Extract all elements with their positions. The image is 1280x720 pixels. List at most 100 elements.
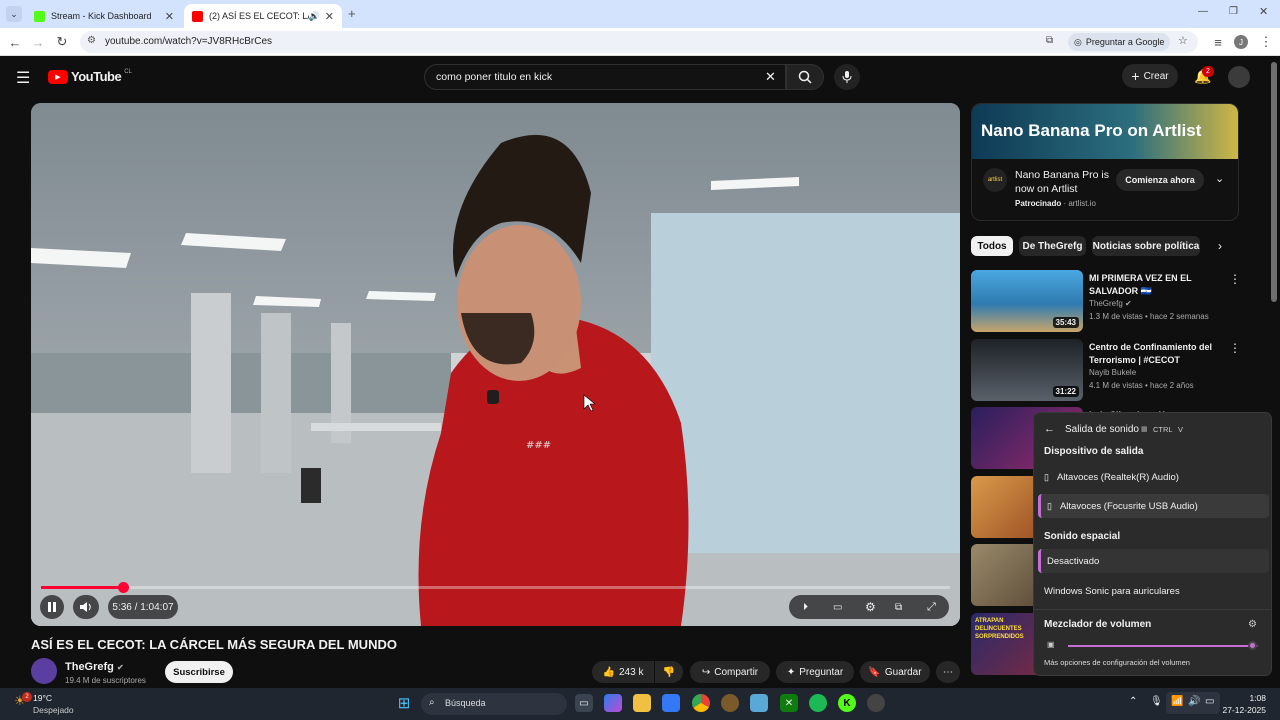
ad-sponsor-line: Patrocinado · artlist.io — [1015, 199, 1096, 208]
search-input[interactable]: como poner titulo en kick — [436, 71, 552, 83]
microsoft-store-icon[interactable] — [662, 694, 680, 712]
task-view-icon[interactable]: ▭ — [575, 694, 593, 712]
chevron-right-icon[interactable]: › — [1218, 239, 1222, 253]
device-option-focusrite[interactable]: ▯ Altavoces (Focusrite USB Audio) — [1038, 494, 1269, 518]
xbox-icon[interactable]: ✕ — [780, 694, 798, 712]
speaker-device-icon: ▯ — [1044, 471, 1049, 482]
app-volume-icon: ▣ — [1047, 640, 1055, 649]
create-button[interactable]: + Crear — [1122, 64, 1178, 88]
youtube-logo[interactable]: ▶ YouTube CL — [48, 69, 132, 84]
youtube-play-icon: ▶ — [48, 69, 68, 84]
menu-icon[interactable]: ☰ — [16, 68, 30, 88]
more-options-icon[interactable]: ⋮ — [1229, 272, 1241, 286]
list-item[interactable]: 35:43 MI PRIMERA VEZ EN EL SALVADOR 🇸🇻 T… — [971, 270, 1271, 334]
spatial-option-off[interactable]: Desactivado — [1038, 549, 1269, 573]
chevron-down-icon[interactable]: ⌄ — [1215, 172, 1224, 185]
media-control-icon[interactable]: ≡ — [1208, 32, 1228, 52]
filter-chip-thegrefg[interactable]: De TheGrefg — [1019, 236, 1086, 256]
windows-taskbar: ☀ 2 19°C Despejado ⊞ ⌕ Búsqueda ▭ ✕ K ⌃ … — [0, 688, 1280, 720]
video-title[interactable]: Centro de Confinamiento del Terrorismo |… — [1089, 341, 1219, 367]
ad-cta-button[interactable]: Comienza ahora — [1116, 169, 1204, 191]
profile-avatar[interactable]: J — [1234, 35, 1248, 49]
filter-chip-todos[interactable]: Todos — [971, 236, 1013, 256]
fullscreen-icon[interactable]: ⤢ — [927, 601, 936, 614]
share-button[interactable]: ↪ Compartir — [690, 661, 770, 683]
close-window-icon[interactable]: ✕ — [1259, 5, 1268, 18]
clock-time[interactable]: 1:08 — [1224, 693, 1266, 703]
page-scrollbar[interactable] — [1271, 62, 1277, 302]
spotify-icon[interactable] — [809, 694, 827, 712]
back-arrow-icon[interactable]: ← — [1044, 423, 1055, 435]
channel-name[interactable]: TheGrefg ✔ — [65, 661, 124, 673]
copilot-icon[interactable] — [604, 694, 622, 712]
taskbar-search[interactable]: ⌕ Búsqueda — [421, 693, 567, 715]
file-explorer-icon[interactable] — [633, 694, 651, 712]
tab-kick-dashboard[interactable]: Stream - Kick Dashboard ✕ — [26, 4, 182, 28]
pause-button[interactable] — [40, 595, 64, 619]
windows-start-icon[interactable]: ⊞ — [395, 694, 413, 712]
clock-date[interactable]: 27-12-2025 — [1218, 705, 1266, 715]
microphone-tray-icon[interactable]: 🎙 — [1150, 696, 1163, 707]
close-tab-icon[interactable]: ✕ — [325, 10, 334, 23]
ask-button[interactable]: ✦ Preguntar — [776, 661, 854, 683]
chrome-icon[interactable] — [692, 694, 710, 712]
more-options-icon[interactable]: ⋮ — [1229, 341, 1241, 355]
battery-icon: ▭ — [1205, 696, 1215, 707]
minimize-icon[interactable]: — — [1198, 6, 1208, 17]
video-thumbnail[interactable]: 31:22 — [971, 339, 1083, 401]
game-app-icon[interactable] — [721, 694, 739, 712]
list-item[interactable]: 31:22 Centro de Confinamiento del Terror… — [971, 339, 1271, 403]
kick-app-icon[interactable]: K — [838, 694, 856, 712]
clear-search-icon[interactable]: ✕ — [765, 69, 776, 85]
video-player[interactable]: ### 5:36 / 1:04:07 ⏵ ▭ ⚙ ⧉ ⤢ — [31, 103, 960, 626]
address-bar[interactable]: ⚙ youtube.com/watch?v=JV8RHcBrCes ⧉ ◎ Pr… — [80, 31, 1198, 53]
spatial-option-windows-sonic[interactable]: Windows Sonic para auriculares — [1038, 579, 1269, 603]
save-button[interactable]: 🔖 Guardar — [860, 661, 930, 683]
sponsored-ad[interactable]: Nano Banana Pro on Artlist artlist Nano … — [971, 103, 1239, 221]
maximize-icon[interactable]: ❐ — [1229, 6, 1238, 17]
back-icon[interactable]: ← — [5, 32, 25, 52]
site-info-icon[interactable]: ⚙ — [87, 35, 96, 46]
show-hidden-icons[interactable]: ⌃ — [1129, 696, 1137, 707]
browser-menu-icon[interactable]: ⋮ — [1256, 32, 1276, 52]
video-title[interactable]: MI PRIMERA VEZ EN EL SALVADOR 🇸🇻 — [1089, 272, 1219, 298]
mute-button[interactable] — [73, 595, 99, 619]
device-option-realtek[interactable]: ▯ Altavoces (Realtek(R) Audio) — [1038, 465, 1269, 489]
tab-search-button[interactable]: ⌄ — [6, 6, 22, 22]
search-placeholder: Búsqueda — [445, 698, 486, 708]
settings-gear-icon[interactable]: ⚙ — [865, 600, 876, 614]
volume-slider-thumb[interactable] — [1248, 641, 1258, 650]
photos-app-icon[interactable] — [750, 694, 768, 712]
search-box[interactable]: como poner titulo en kick ✕ — [424, 64, 786, 90]
account-avatar[interactable] — [1228, 66, 1250, 88]
autoplay-toggle-icon[interactable]: ⏵ — [803, 602, 808, 613]
mixer-settings-icon[interactable]: ⚙ — [1248, 619, 1257, 630]
url-text[interactable]: youtube.com/watch?v=JV8RHcBrCes — [105, 36, 272, 47]
forward-icon[interactable]: → — [28, 32, 48, 52]
close-tab-icon[interactable]: ✕ — [165, 10, 174, 23]
like-button[interactable]: 👍 243 k — [592, 661, 654, 683]
search-button[interactable] — [786, 64, 824, 90]
video-thumbnail[interactable]: 35:43 — [971, 270, 1083, 332]
ask-google-button[interactable]: ◎ Preguntar a Google — [1068, 33, 1171, 51]
new-tab-icon[interactable]: + — [348, 6, 356, 21]
tab-youtube-video[interactable]: (2) ASÍ ES EL CECOT: LA CÁR 🔊 ✕ — [184, 4, 342, 28]
progress-scrubber[interactable] — [117, 582, 129, 593]
reload-icon[interactable]: ↻ — [52, 32, 72, 52]
speaker-icon[interactable]: 🔊 — [309, 11, 320, 22]
dislike-button[interactable]: 👎 — [655, 661, 683, 683]
miniplayer-icon[interactable]: ⧉ — [895, 602, 902, 613]
more-actions-button[interactable]: ⋯ — [936, 661, 960, 683]
bookmark-star-icon[interactable]: ☆ — [1178, 34, 1188, 47]
quick-settings-button[interactable]: 📶 🔊 ▭ — [1166, 692, 1220, 714]
more-horizontal-icon: ⋯ — [943, 666, 953, 678]
subscribe-button[interactable]: Suscribirse — [165, 661, 233, 683]
recording-app-icon[interactable] — [867, 694, 885, 712]
cast-icon[interactable]: ⧉ — [1046, 35, 1053, 46]
progress-bar[interactable] — [41, 586, 950, 589]
more-volume-settings-link[interactable]: Más opciones de configuración del volume… — [1044, 658, 1190, 667]
filter-chip-politica[interactable]: Noticias sobre política — [1092, 236, 1200, 256]
subtitles-icon[interactable]: ▭ — [833, 602, 842, 613]
channel-avatar[interactable] — [31, 658, 57, 684]
voice-search-button[interactable] — [834, 64, 860, 90]
